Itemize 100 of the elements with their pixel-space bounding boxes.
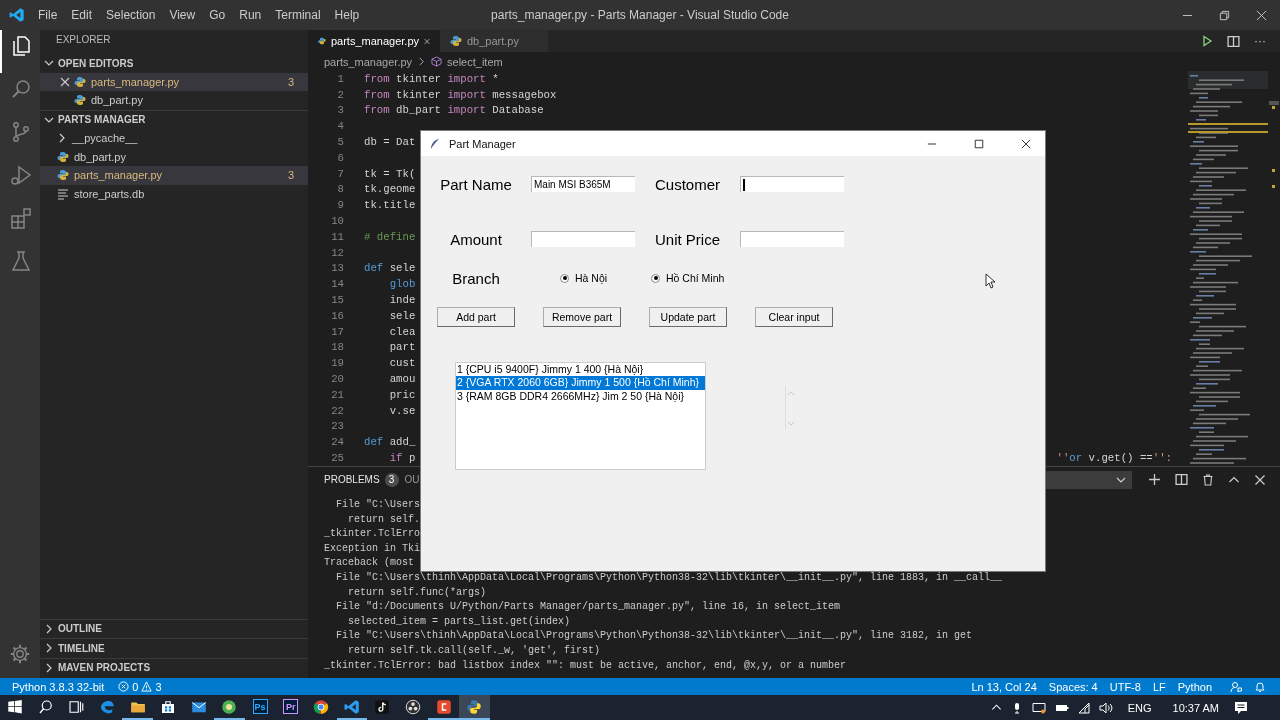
section-header[interactable]: OPEN EDITORS	[40, 54, 308, 73]
wifi-icon[interactable]	[1077, 701, 1090, 714]
notification-icon[interactable]	[1234, 700, 1248, 715]
flask-icon	[9, 249, 33, 273]
code-text: part	[388, 341, 416, 354]
radio-button[interactable]: Hà Nội	[531, 272, 635, 284]
window-title: parts_manager.py - Parts Manager - Visual Studio Code	[491, 8, 789, 22]
section-header[interactable]: MAVEN PROJECTS	[40, 657, 308, 677]
action-button[interactable]: Add part	[437, 307, 515, 327]
clock[interactable]: 10:37 AM	[1172, 701, 1219, 714]
monitor-icon[interactable]	[1031, 701, 1046, 714]
close-icon[interactable]	[60, 76, 70, 87]
section-header[interactable]: TIMELINE	[40, 638, 308, 658]
action-button[interactable]: Clear input	[755, 307, 833, 327]
close-icon[interactable]	[1254, 473, 1266, 486]
warning-icon	[141, 681, 153, 692]
problems-status[interactable]: 0 3	[118, 680, 162, 693]
run-icon[interactable]	[1201, 35, 1213, 47]
language-indicator[interactable]: ENG	[1127, 701, 1152, 714]
section-header[interactable]: OUTLINE	[40, 618, 308, 638]
code-text: tk.geome	[364, 183, 416, 196]
bell-icon[interactable]	[1254, 680, 1266, 693]
split-icon[interactable]	[1175, 473, 1188, 486]
explorer-item[interactable]: db_part.py	[40, 91, 308, 110]
note-icon	[373, 697, 392, 716]
field-label: Part Name	[439, 175, 513, 193]
panel-tab[interactable]: OU	[404, 474, 420, 485]
split-editor-icon[interactable]	[1227, 34, 1240, 48]
sidebar-title: EXPLORER	[55, 33, 112, 47]
status-item[interactable]: UTF-8	[1109, 680, 1141, 693]
menu-item[interactable]: Help	[327, 8, 367, 22]
list-item[interactable]: 2 {VGA RTX 2060 6GB} Jimmy 1 500 {Hồ Chí Minh}	[456, 376, 705, 390]
explorer-item[interactable]: __pycache__	[40, 129, 308, 148]
input-field[interactable]	[740, 231, 844, 247]
list-item[interactable]: 3 {RAM 8GB DDR4 2666MHz} Jim 2 50 {Hà Nội}	[456, 389, 705, 403]
code-text: from tkinter import messagebox	[364, 88, 557, 101]
volume-icon[interactable]	[1098, 701, 1113, 714]
feedback-icon[interactable]	[1230, 680, 1242, 693]
line-number: 4	[336, 120, 344, 133]
menu-item[interactable]: Terminal	[268, 8, 328, 22]
taskbar-button[interactable]	[458, 695, 490, 720]
scrollbar[interactable]	[785, 386, 797, 430]
section-header[interactable]: PARTS MANAGER	[40, 109, 308, 129]
input-field[interactable]	[740, 176, 844, 192]
menu-item[interactable]: Go	[202, 8, 233, 22]
menu-item[interactable]: Edit	[64, 8, 100, 22]
terminal-line: File "C:\Users	[335, 498, 420, 512]
list-item[interactable]: 1 {CPU i5 9400F} Jimmy 1 400 {Hà Nội}	[456, 363, 705, 377]
code-text: def add_	[364, 436, 416, 449]
settings-icon[interactable]	[9, 643, 31, 665]
line-number: 14	[330, 278, 344, 291]
status-item[interactable]: LF	[1152, 680, 1166, 693]
status-item[interactable]: Ln 13, Col 24	[971, 680, 1037, 693]
line-number: 23	[330, 420, 344, 433]
field-label: Customer	[654, 175, 721, 193]
close-icon[interactable]	[424, 36, 430, 46]
code-text: v.se	[388, 404, 416, 417]
menu-item[interactable]: Selection	[99, 8, 163, 22]
status-item[interactable]: Python	[1177, 680, 1212, 693]
breadcrumb-item[interactable]: parts_manager.py	[324, 55, 413, 68]
editor-tab[interactable]: db_part.py	[440, 30, 548, 52]
radio-button[interactable]: Hồ Chí Minh	[645, 272, 730, 284]
chevron-icon	[57, 133, 67, 144]
ring-icon	[312, 697, 331, 716]
editor-tab[interactable]: parts_manager.py	[308, 30, 440, 52]
explorer-item[interactable]: store_parts.db	[40, 184, 308, 203]
status-item[interactable]: Spaces: 4	[1048, 680, 1098, 693]
more-actions-button[interactable]: ···	[1254, 34, 1266, 48]
list-box[interactable]: 1 {CPU i5 9400F} Jimmy 1 400 {Hà Nội} 2 {VGA RTX 2060 6GB} Jimmy 1 500 {Hồ Chí Minh} 3 {RAM 8GB DDR4 2666MHz} Jim 2 50 {Hà Nội}	[455, 362, 706, 470]
terminal-line: return self.	[347, 512, 420, 527]
dotted-circle-icon	[404, 697, 422, 716]
menu-item[interactable]: File	[31, 8, 65, 22]
explorer-item[interactable]: parts_manager.py 3	[40, 72, 308, 91]
input-field[interactable]: Main MSI B365M	[531, 176, 635, 192]
line-number: 21	[330, 388, 344, 401]
taskbar-button[interactable]: Pr	[275, 695, 306, 720]
action-button[interactable]: Update part	[649, 307, 727, 327]
interpreter-status[interactable]: Python 3.8.3 32-bit	[12, 680, 105, 693]
code-text: clea	[388, 325, 416, 338]
terminal-line: File "C:\Users\thinh\AppData\Local\Programs\Python\Python38-32\lib\tkinter\__init__.py", line 3182, in get	[335, 629, 973, 644]
line-number: 1	[336, 72, 344, 85]
taskbar-button[interactable]: Ps	[244, 695, 276, 720]
breadcrumb-item[interactable]: select_item	[447, 55, 503, 68]
line-number: 22	[330, 404, 344, 417]
input-field[interactable]	[531, 231, 635, 247]
menu-item[interactable]: Run	[232, 8, 269, 22]
add-icon[interactable]	[1148, 473, 1161, 486]
menu-item[interactable]: View	[162, 8, 203, 22]
field-label: Branch	[451, 269, 501, 287]
line-number: 7	[336, 167, 344, 180]
feather-icon	[429, 137, 441, 150]
panel-tab[interactable]: PROBLEMS 3	[324, 472, 399, 487]
round-app-icon	[220, 697, 239, 716]
explorer-item[interactable]: db_part.py	[40, 147, 308, 166]
trash-icon[interactable]	[1202, 473, 1214, 486]
restore-icon	[1219, 9, 1230, 21]
code-text: glob	[388, 278, 416, 291]
action-button[interactable]: Remove part	[543, 307, 621, 327]
explorer-item[interactable]: parts_manager.py 3	[40, 166, 308, 185]
ribbon-logo-icon	[9, 7, 25, 23]
